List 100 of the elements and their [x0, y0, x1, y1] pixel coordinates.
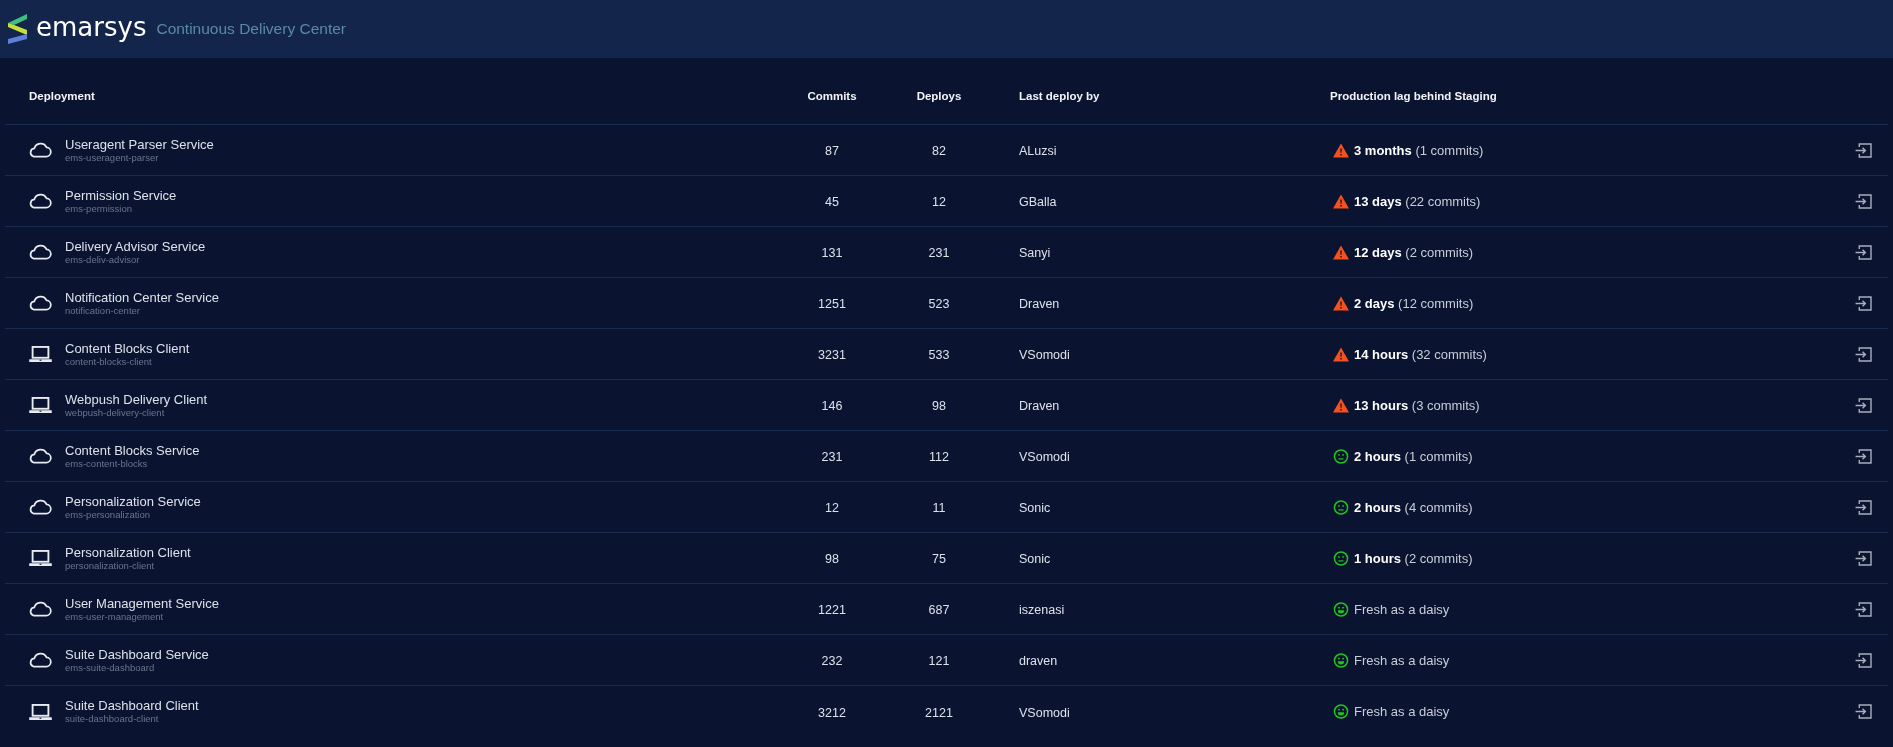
column-header: Commits [806, 90, 858, 102]
laptop-icon [29, 397, 52, 413]
deploys-count: 98 [932, 399, 946, 413]
warning-icon [1333, 244, 1349, 260]
deployment-name: User Management Service [65, 596, 219, 611]
column-header: Deploys [915, 90, 963, 102]
lag-text: 1 hours (2 commits) [1354, 550, 1473, 566]
deployer-name: Sanyi [1019, 246, 1051, 260]
commits-count: 1251 [818, 297, 846, 311]
repository-name: suite-dashboard-client [65, 713, 160, 724]
logo-icon [8, 14, 28, 44]
repository-name: ems-user-management [65, 610, 164, 622]
lag-text: Fresh as a daisy [1354, 601, 1450, 617]
lag-text: 2 hours (4 commits) [1354, 499, 1473, 515]
lag-text: 13 days (22 commits) [1354, 193, 1481, 209]
logo-wordmark: emarsys [36, 14, 147, 44]
repository-name: personalization-client [65, 559, 156, 571]
repository-name: ems-personalization [65, 508, 151, 520]
deploys-count: 687 [928, 603, 950, 617]
deployment-name: Suite Dashboard Client [65, 699, 199, 713]
cloud-icon [29, 193, 52, 209]
repository-name: ems-deliv-advisor [65, 253, 141, 265]
arrow-into-box-icon[interactable] [1855, 397, 1872, 413]
neutral-face-icon [1333, 550, 1349, 566]
deployment-name: Notification Center Service [65, 290, 219, 305]
deployment-name: Personalization Client [65, 545, 191, 560]
column-header: Deployment [29, 90, 96, 102]
warning-icon [1333, 193, 1349, 209]
laptop-icon [29, 703, 52, 720]
deployment-name: Useragent Parser Service [65, 137, 214, 152]
cloud-icon [29, 652, 52, 668]
deployment-name: Suite Dashboard Service [65, 647, 209, 662]
deploys-count: 75 [932, 552, 946, 566]
neutral-face-icon [1333, 448, 1349, 464]
commits-count: 1221 [818, 603, 846, 617]
cloud-icon [29, 601, 52, 617]
deployment-name: Personalization Service [65, 494, 201, 509]
commits-count: 231 [821, 450, 843, 464]
lag-text: 3 months (1 commits) [1354, 142, 1484, 158]
arrow-into-box-icon[interactable] [1855, 295, 1872, 311]
commits-count: 3212 [818, 705, 846, 720]
lag-text: 2 hours (1 commits) [1354, 448, 1473, 464]
commits-count: 98 [825, 552, 839, 566]
deployer-name: Sonic [1019, 552, 1051, 566]
deployer-name: Draven [1019, 399, 1060, 413]
deployer-name: iszenasi [1019, 603, 1065, 617]
deploys-count: 11 [932, 501, 946, 515]
warning-icon [1333, 142, 1349, 158]
deployer-name: VSomodi [1019, 348, 1070, 362]
deployment-name: Webpush Delivery Client [65, 392, 208, 407]
deploys-count: 2121 [925, 705, 953, 720]
arrow-into-box-icon[interactable] [1855, 601, 1872, 617]
deployer-name: Draven [1019, 297, 1060, 311]
warning-icon [1333, 397, 1349, 413]
lag-text: 13 hours (3 commits) [1354, 397, 1480, 413]
commits-count: 131 [821, 246, 843, 260]
neutral-face-icon [1333, 499, 1349, 515]
deploys-count: 231 [928, 246, 950, 260]
warning-icon [1333, 295, 1349, 311]
laptop-icon [29, 550, 52, 566]
deployer-name: GBalla [1019, 195, 1057, 209]
arrow-into-box-icon[interactable] [1855, 193, 1872, 209]
lag-text: 2 days (12 commits) [1354, 295, 1474, 311]
deployer-name: draven [1019, 654, 1058, 668]
commits-count: 3231 [818, 348, 846, 362]
smiley-icon [1333, 704, 1349, 719]
arrow-into-box-icon[interactable] [1855, 652, 1872, 668]
arrow-into-box-icon[interactable] [1855, 448, 1872, 464]
commits-count: 12 [825, 501, 839, 515]
deployer-name: ALuzsi [1019, 144, 1057, 158]
column-header: Production lag behind Staging [1330, 90, 1498, 102]
repository-name: ems-useragent-parser [65, 151, 160, 163]
deployment-name: Delivery Advisor Service [65, 239, 206, 254]
column-header: Last deploy by [1018, 90, 1101, 102]
deployer-name: Sonic [1019, 501, 1051, 515]
deploys-count: 121 [928, 654, 950, 668]
arrow-into-box-icon[interactable] [1855, 499, 1872, 515]
repository-name: ems-content-blocks [65, 457, 149, 469]
deployment-name: Content Blocks Service [65, 443, 200, 458]
deploys-count: 112 [929, 450, 949, 464]
cloud-icon [29, 244, 52, 260]
commits-count: 45 [825, 195, 839, 209]
cloud-icon [29, 448, 52, 464]
arrow-into-box-icon[interactable] [1855, 244, 1872, 260]
arrow-into-box-icon[interactable] [1855, 704, 1872, 719]
deploys-count: 82 [932, 144, 946, 158]
repository-name: notification-center [65, 304, 141, 316]
deploys-count: 523 [928, 297, 950, 311]
smiley-icon [1333, 652, 1349, 668]
arrow-into-box-icon[interactable] [1855, 346, 1872, 362]
commits-count: 232 [821, 654, 843, 668]
cloud-icon [29, 499, 52, 515]
laptop-icon [29, 346, 52, 362]
deploys-count: 12 [932, 195, 946, 209]
cloud-icon [29, 295, 52, 311]
arrow-into-box-icon[interactable] [1855, 142, 1872, 158]
deployment-name: Permission Service [65, 188, 177, 203]
repository-name: webpush-delivery-client [65, 406, 165, 418]
arrow-into-box-icon[interactable] [1855, 550, 1872, 566]
deploys-count: 533 [928, 348, 950, 362]
